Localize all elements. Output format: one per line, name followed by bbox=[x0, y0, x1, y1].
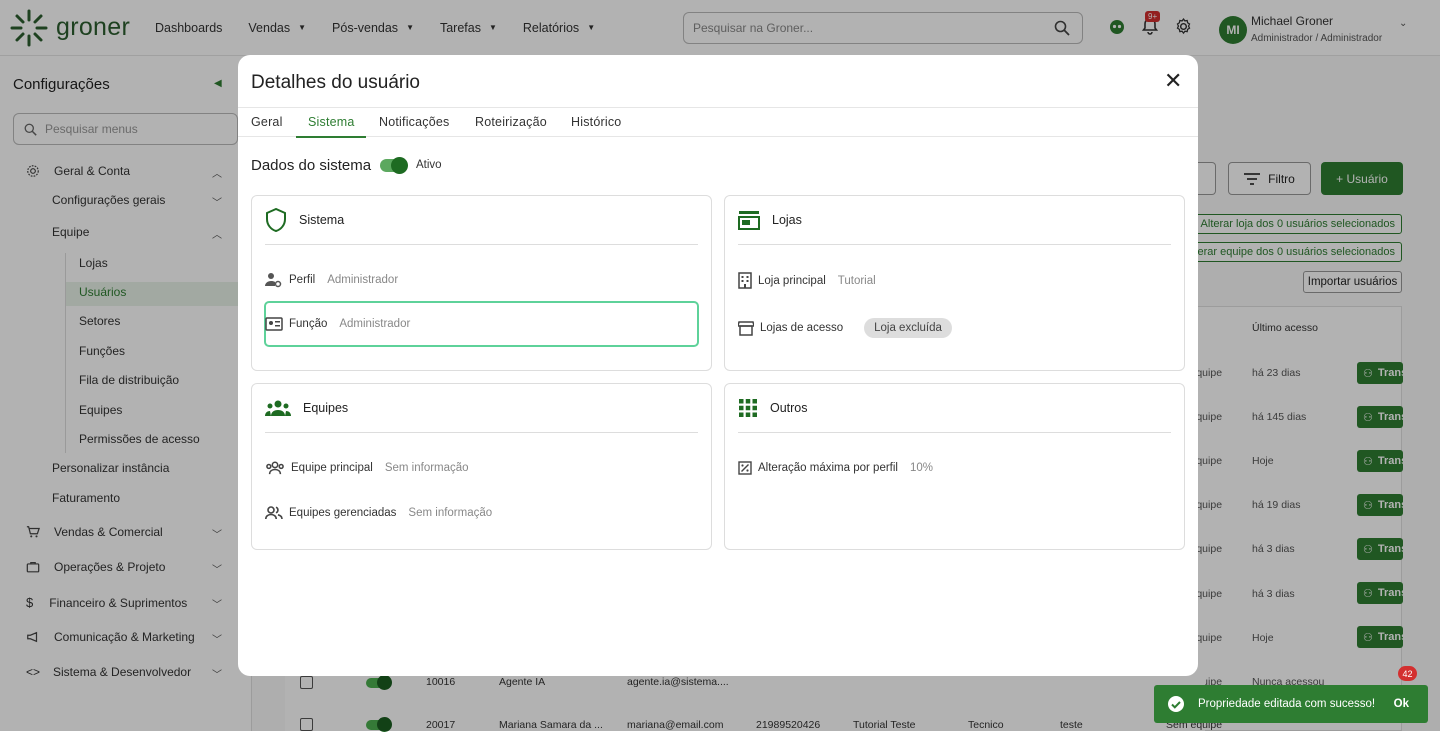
perfil-label: Perfil bbox=[289, 274, 316, 286]
sistema-card: Sistema Perfil Administrador Função Admi… bbox=[251, 195, 712, 371]
lojas-card: Lojas Loja principal Tutorial Lojas de a… bbox=[724, 195, 1185, 371]
lojas-card-title: Lojas bbox=[772, 213, 802, 227]
equipes-gerenciadas-row: Equipes gerenciadas Sem informação bbox=[265, 506, 492, 520]
modal-tabs: Geral Sistema Notificações Roteirização … bbox=[238, 107, 1198, 138]
building-icon bbox=[738, 272, 752, 289]
apps-grid-icon bbox=[738, 398, 758, 418]
tab-roteirizacao[interactable]: Roteirização bbox=[475, 115, 547, 129]
tab-sistema[interactable]: Sistema bbox=[308, 115, 355, 129]
outros-card-title: Outros bbox=[770, 401, 808, 415]
equipe-principal-value: Sem informação bbox=[384, 462, 469, 474]
active-toggle[interactable] bbox=[380, 157, 408, 174]
toast-ok-button[interactable]: Ok bbox=[1394, 698, 1409, 710]
tab-historico[interactable]: Histórico bbox=[571, 115, 621, 129]
toast-message: Propriedade editada com sucesso! bbox=[1198, 698, 1376, 710]
store-icon bbox=[738, 210, 760, 230]
storefront-icon bbox=[738, 320, 754, 336]
loja-principal-row: Loja principal Tutorial bbox=[738, 272, 876, 289]
groups-icon bbox=[265, 399, 291, 417]
active-tab-indicator bbox=[296, 136, 366, 138]
active-status-label: Ativo bbox=[416, 159, 442, 171]
perfil-row: Perfil Administrador bbox=[265, 272, 398, 288]
equipe-principal-row: Equipe principal Sem informação bbox=[265, 461, 469, 475]
percent-icon bbox=[738, 461, 752, 475]
alteracao-maxima-label: Alteração máxima por perfil bbox=[758, 462, 898, 474]
modal-title: Detalhes do usuário bbox=[251, 72, 420, 93]
tab-geral[interactable]: Geral bbox=[251, 115, 283, 129]
groups-icon bbox=[265, 461, 285, 475]
alteracao-maxima-row: Alteração máxima por perfil 10% bbox=[738, 461, 933, 475]
loja-excluida-chip: Loja excluída bbox=[864, 318, 952, 338]
funcao-row[interactable]: Função Administrador bbox=[265, 317, 410, 331]
funcao-value: Administrador bbox=[339, 318, 411, 330]
equipes-card: Equipes Equipe principal Sem informação … bbox=[251, 383, 712, 550]
badge-id-icon bbox=[265, 317, 283, 331]
tab-notificacoes[interactable]: Notificações bbox=[379, 115, 450, 129]
loja-principal-value: Tutorial bbox=[837, 274, 876, 287]
user-gear-icon bbox=[265, 272, 283, 288]
funcao-label: Função bbox=[289, 318, 328, 330]
equipes-gerenciadas-label: Equipes gerenciadas bbox=[289, 507, 397, 519]
shield-icon bbox=[265, 208, 287, 232]
equipes-card-title: Equipes bbox=[303, 401, 349, 415]
alteracao-maxima-value: 10% bbox=[909, 462, 934, 474]
loja-principal-label: Loja principal bbox=[758, 274, 826, 287]
perfil-value: Administrador bbox=[327, 274, 399, 286]
close-icon[interactable]: ✕ bbox=[1164, 70, 1182, 92]
outros-card: Outros Alteração máxima por perfil 10% bbox=[724, 383, 1185, 550]
sistema-card-title: Sistema bbox=[299, 213, 345, 227]
people-icon bbox=[265, 506, 283, 520]
lojas-acesso-row: Lojas de acesso Loja excluída bbox=[738, 318, 952, 338]
check-circle-icon bbox=[1167, 695, 1185, 713]
equipe-principal-label: Equipe principal bbox=[291, 462, 373, 474]
equipes-gerenciadas-value: Sem informação bbox=[408, 507, 493, 519]
lojas-acesso-label: Lojas de acesso bbox=[760, 322, 844, 334]
user-details-modal: Detalhes do usuário ✕ Geral Sistema Noti… bbox=[238, 55, 1198, 676]
success-toast: Propriedade editada com sucesso! Ok bbox=[1154, 685, 1428, 723]
chat-badge: 42 bbox=[1398, 666, 1417, 681]
section-title: Dados do sistema bbox=[251, 157, 372, 174]
